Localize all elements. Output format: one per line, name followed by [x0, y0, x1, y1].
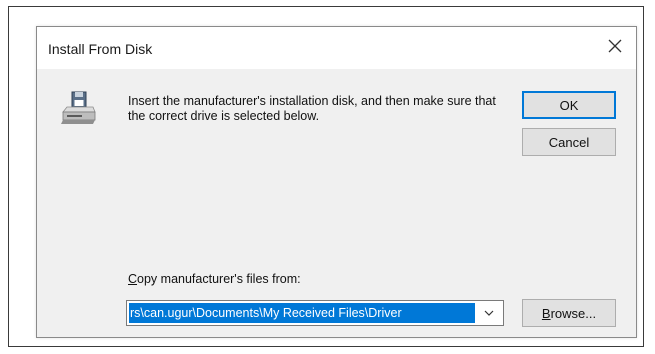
browse-button[interactable]: Browse...: [522, 299, 616, 327]
chevron-down-icon: [484, 310, 494, 316]
floppy-disk-drive-icon: [61, 91, 96, 124]
ok-button[interactable]: OK: [522, 91, 616, 119]
close-icon: [608, 39, 622, 53]
title-bar: Install From Disk: [37, 27, 636, 69]
dialog-title: Install From Disk: [48, 41, 153, 57]
browse-mnemonic: B: [541, 305, 551, 321]
close-button[interactable]: [594, 27, 636, 65]
screenshot-frame: Install From Disk Insert the manufacture…: [8, 6, 644, 347]
copy-label-text: opy manufacturer's files from:: [137, 272, 301, 286]
browse-label: rowse...: [550, 305, 597, 321]
source-path-input[interactable]: rs\can.ugur\Documents\My Received Files\…: [129, 303, 475, 323]
copy-label-mnemonic: C: [128, 272, 138, 286]
install-from-disk-dialog: Install From Disk Insert the manufacture…: [36, 26, 637, 338]
instruction-message: Insert the manufacturer's installation d…: [128, 94, 496, 123]
dropdown-button[interactable]: [478, 304, 500, 322]
copy-files-label: Copy manufacturer's files from:: [128, 272, 301, 286]
cancel-button[interactable]: Cancel: [522, 128, 616, 156]
source-path-combobox[interactable]: rs\can.ugur\Documents\My Received Files\…: [126, 300, 504, 326]
